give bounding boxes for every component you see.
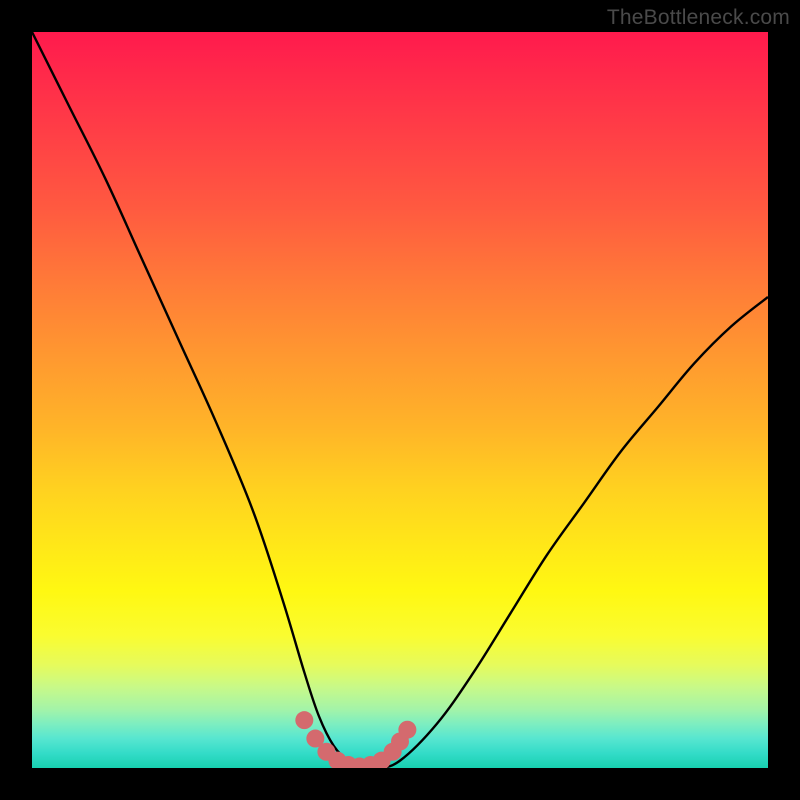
curve-path-group	[32, 32, 768, 768]
chart-frame: TheBottleneck.com	[0, 0, 800, 800]
marker-group	[295, 711, 416, 768]
curve-path	[32, 32, 768, 768]
bottleneck-curve	[32, 32, 768, 768]
plot-area	[32, 32, 768, 768]
marker-dot	[398, 721, 416, 739]
watermark-text: TheBottleneck.com	[607, 6, 790, 30]
marker-dot	[295, 711, 313, 729]
